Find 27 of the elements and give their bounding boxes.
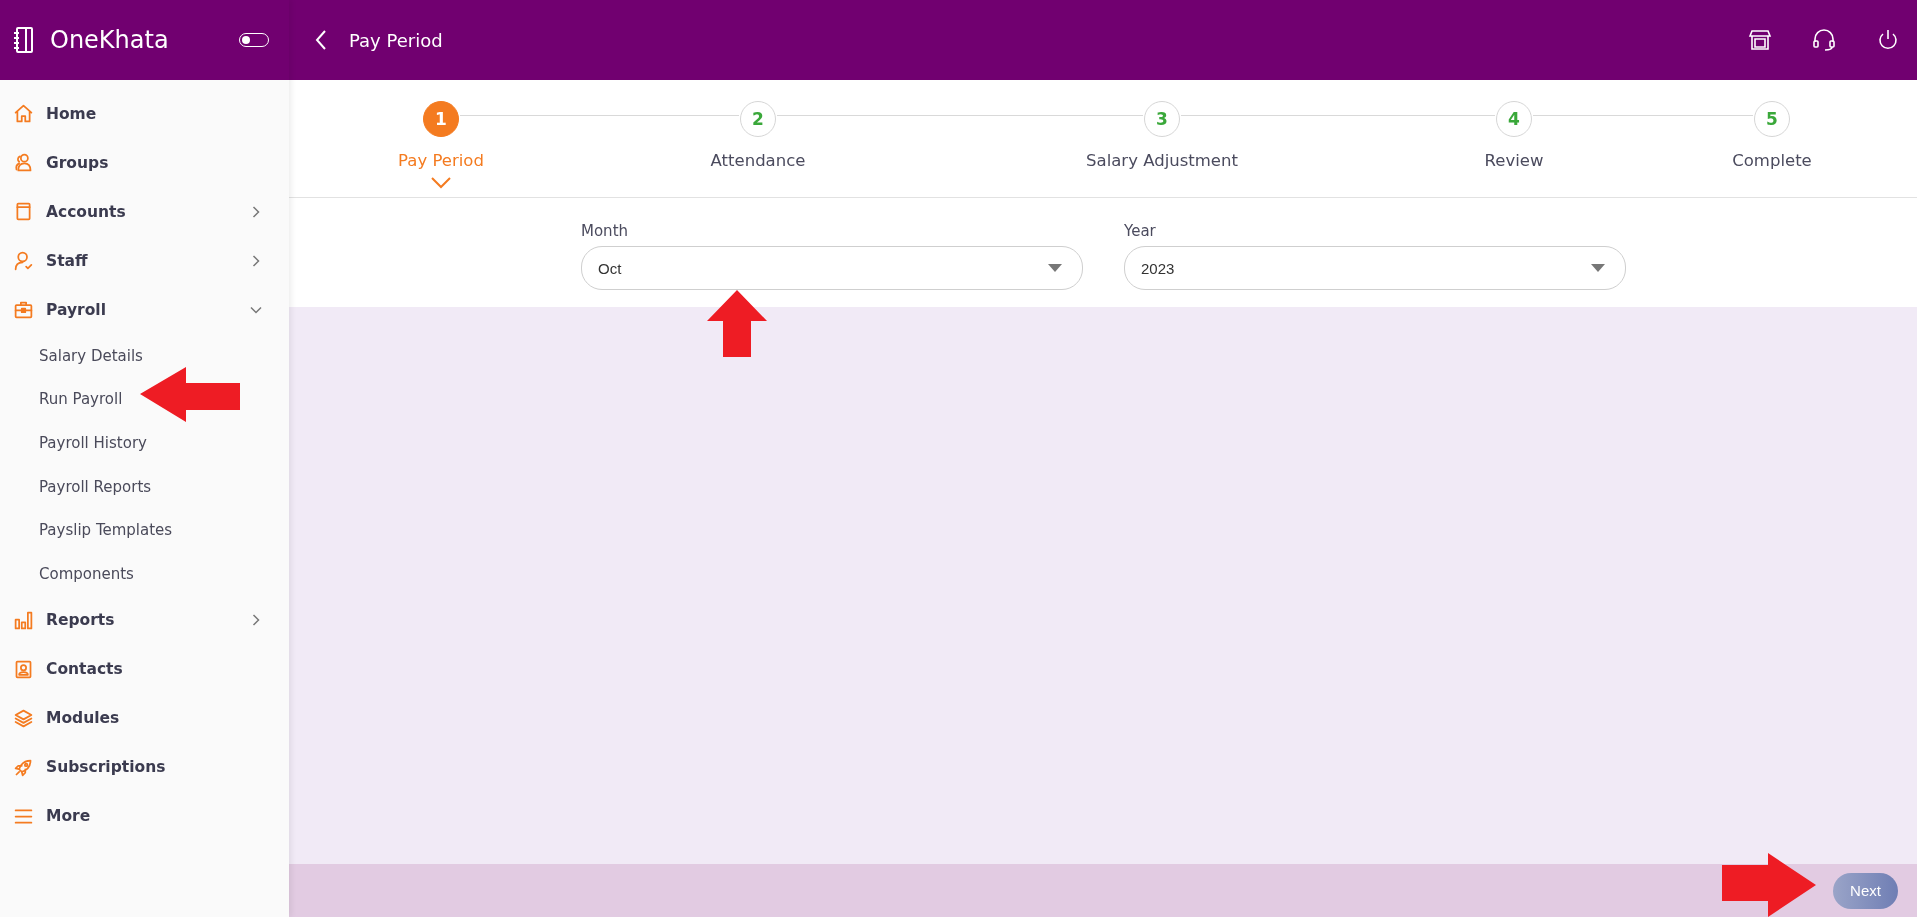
submenu-item[interactable]: Payroll Reports xyxy=(0,464,289,509)
sidebar-item[interactable]: Accounts xyxy=(0,187,289,236)
field-label: Month xyxy=(581,222,629,240)
field-label: Year xyxy=(1124,222,1157,240)
submenu-item[interactable]: Components xyxy=(0,551,289,596)
step-label: Review xyxy=(1484,151,1544,170)
step-label: Attendance xyxy=(710,151,806,170)
submenu-item[interactable]: Payslip Templates xyxy=(0,508,289,552)
sidebar-item[interactable]: Subscriptions xyxy=(0,742,289,792)
submenu-item[interactable]: Payroll History xyxy=(0,421,289,465)
sidebar-item[interactable]: Groups xyxy=(0,138,289,187)
step-label: Salary Adjustment xyxy=(1086,151,1238,170)
sidebar-item[interactable]: Reports xyxy=(0,595,289,645)
sidebar-item[interactable]: Home xyxy=(0,89,289,138)
submenu-item[interactable]: Salary Details xyxy=(0,334,289,378)
page-title: Pay Period xyxy=(349,29,444,51)
step-label: Complete xyxy=(1732,151,1812,170)
app-name: OneKhata xyxy=(50,26,170,54)
sidebar-item[interactable]: Payroll xyxy=(0,285,289,334)
submenu-item[interactable]: Run Payroll xyxy=(0,377,289,422)
step-label: Pay Period xyxy=(398,151,484,170)
sidebar-item[interactable]: More xyxy=(0,791,289,841)
select-field[interactable]: 2023 xyxy=(1124,246,1626,290)
sidebar-item[interactable]: Staff xyxy=(0,236,289,285)
sidebar-item[interactable]: Contacts xyxy=(0,644,289,694)
select-field[interactable]: Oct xyxy=(581,246,1083,290)
sidebar-item[interactable]: Modules xyxy=(0,693,289,743)
